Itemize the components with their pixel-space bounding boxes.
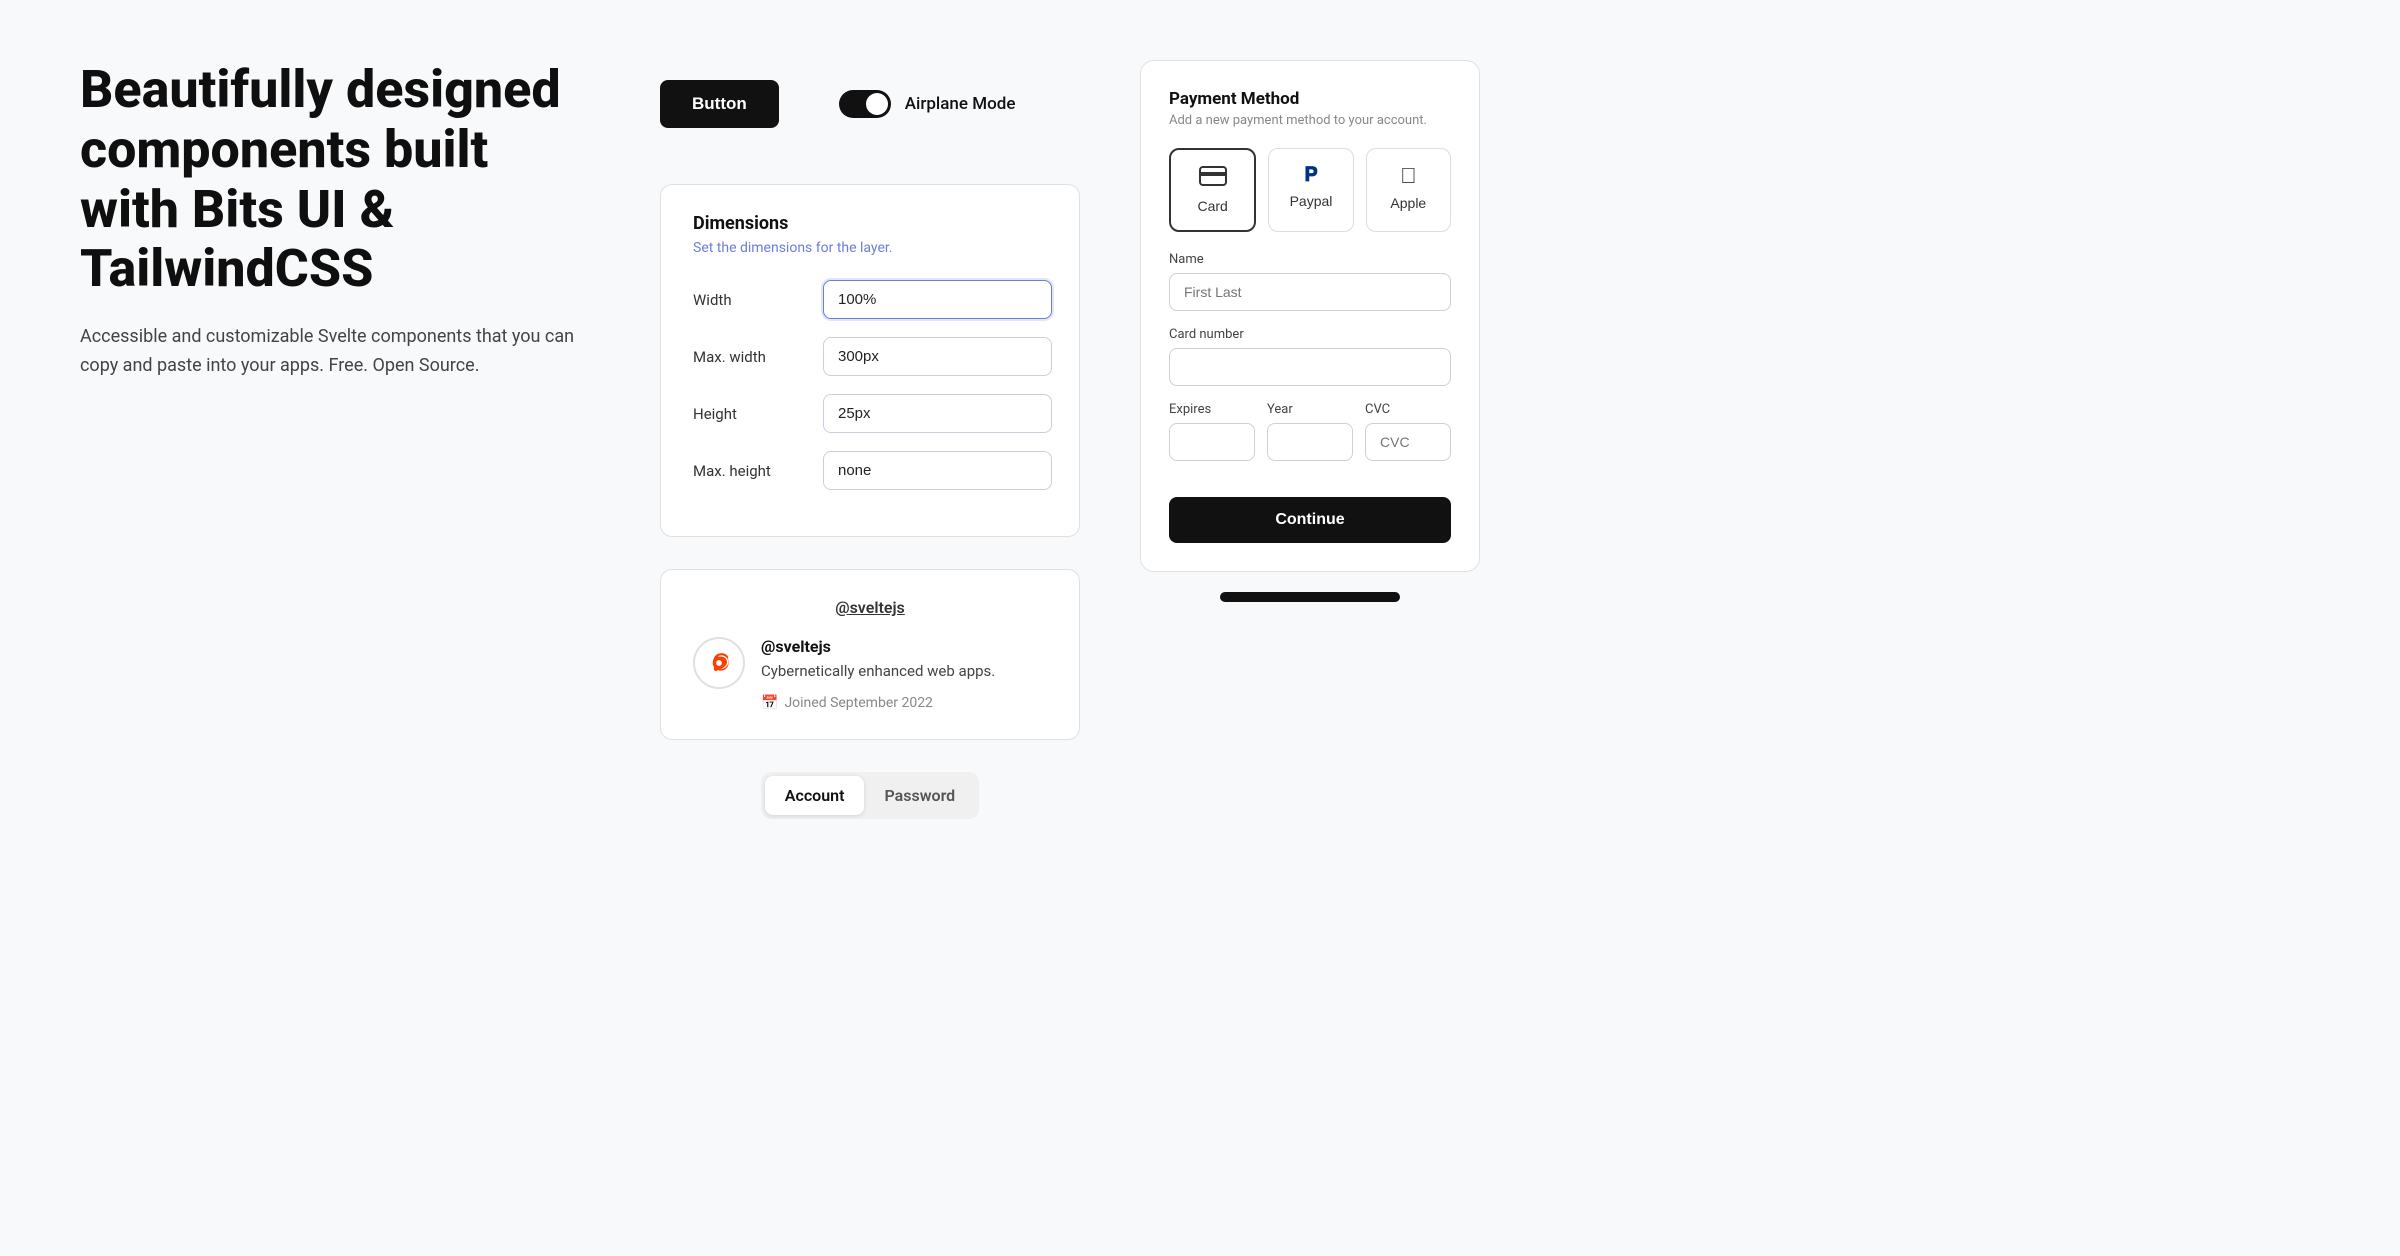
card-icon [1199,166,1227,190]
toggle-knob [866,93,888,115]
payment-card: Payment Method Add a new payment method … [1140,60,1480,572]
hero-subtitle: Accessible and customizable Svelte compo… [80,323,600,381]
max-height-input[interactable] [823,451,1052,490]
profile-card: @sveltejs @sveltejs Cybernetically enhan… [660,569,1080,740]
width-input[interactable] [823,280,1052,319]
profile-joined: 📅 Joined September 2022 [761,695,995,711]
payment-methods: Card 𝐏 Paypal  Apple [1169,148,1451,232]
calendar-icon: 📅 [761,695,778,711]
height-label: Height [693,405,803,423]
height-row: Height [693,394,1047,433]
year-input[interactable] [1267,423,1353,461]
name-input[interactable] [1169,273,1451,311]
payment-expires-row: Expires Year CVC [1169,402,1451,477]
dimensions-subtitle: Set the dimensions for the layer. [693,240,1047,256]
name-label: Name [1169,252,1451,267]
expires-label: Expires [1169,402,1255,417]
payment-method-card[interactable]: Card [1169,148,1256,232]
apple-label: Apple [1390,195,1426,211]
expires-field-group: Expires [1169,402,1255,461]
card-number-input[interactable] [1169,348,1451,386]
payment-method-apple[interactable]:  Apple [1366,148,1451,232]
dimensions-card: Dimensions Set the dimensions for the la… [660,184,1080,537]
max-width-row: Max. width [693,337,1047,376]
bottom-bar [1220,592,1400,602]
cvc-input[interactable] [1365,423,1451,461]
avatar [693,637,745,689]
card-label: Card [1197,198,1227,214]
max-width-label: Max. width [693,348,803,366]
payment-subtitle: Add a new payment method to your account… [1169,113,1451,128]
toggle-label: Airplane Mode [905,94,1016,114]
payment-method-paypal[interactable]: 𝐏 Paypal [1268,148,1353,232]
year-field-group: Year [1267,402,1353,461]
name-field-group: Name [1169,252,1451,311]
airplane-mode-toggle[interactable] [839,90,891,118]
expires-input[interactable] [1169,423,1255,461]
apple-icon:  [1400,165,1417,187]
continue-button[interactable]: Continue [1169,497,1451,543]
profile-handle: @sveltejs [761,637,995,656]
hero-title: Beautifully designed components built wi… [80,60,600,299]
profile-bio: Cybernetically enhanced web apps. [761,660,995,683]
cvc-field-group: CVC [1365,402,1451,461]
paypal-icon: 𝐏 [1304,165,1318,185]
card-number-label: Card number [1169,327,1451,342]
width-label: Width [693,291,803,309]
max-height-label: Max. height [693,462,803,480]
primary-button[interactable]: Button [660,80,779,128]
cvc-label: CVC [1365,402,1451,417]
tabs-container: Account Password [761,772,979,819]
tab-account[interactable]: Account [765,776,865,815]
paypal-label: Paypal [1290,193,1333,209]
dimensions-title: Dimensions [693,213,1047,234]
max-height-row: Max. height [693,451,1047,490]
width-row: Width [693,280,1047,319]
payment-title: Payment Method [1169,89,1451,109]
max-width-input[interactable] [823,337,1052,376]
year-label: Year [1267,402,1353,417]
profile-username-link[interactable]: @sveltejs [835,598,905,617]
height-input[interactable] [823,394,1052,433]
card-number-field-group: Card number [1169,327,1451,386]
tab-password[interactable]: Password [864,776,975,815]
